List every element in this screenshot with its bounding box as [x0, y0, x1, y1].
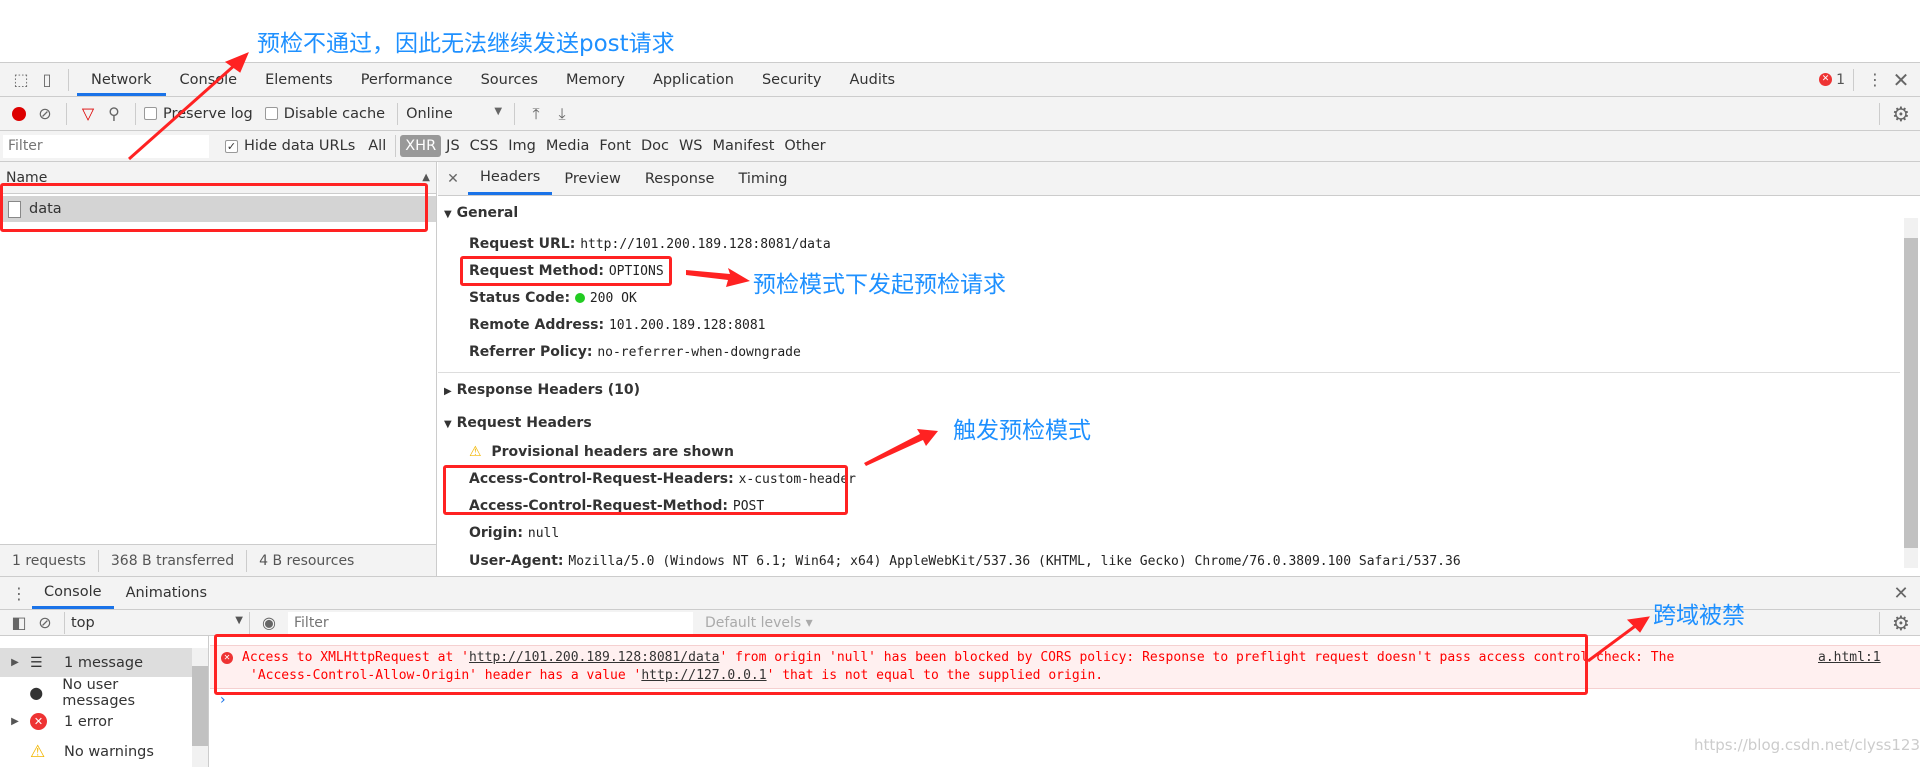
annotation-arrows	[128, 52, 1650, 663]
arrow-top	[128, 62, 237, 161]
arrow-blocked	[1587, 622, 1639, 663]
arrow-trigger	[864, 429, 938, 466]
arrow-method	[686, 268, 750, 287]
